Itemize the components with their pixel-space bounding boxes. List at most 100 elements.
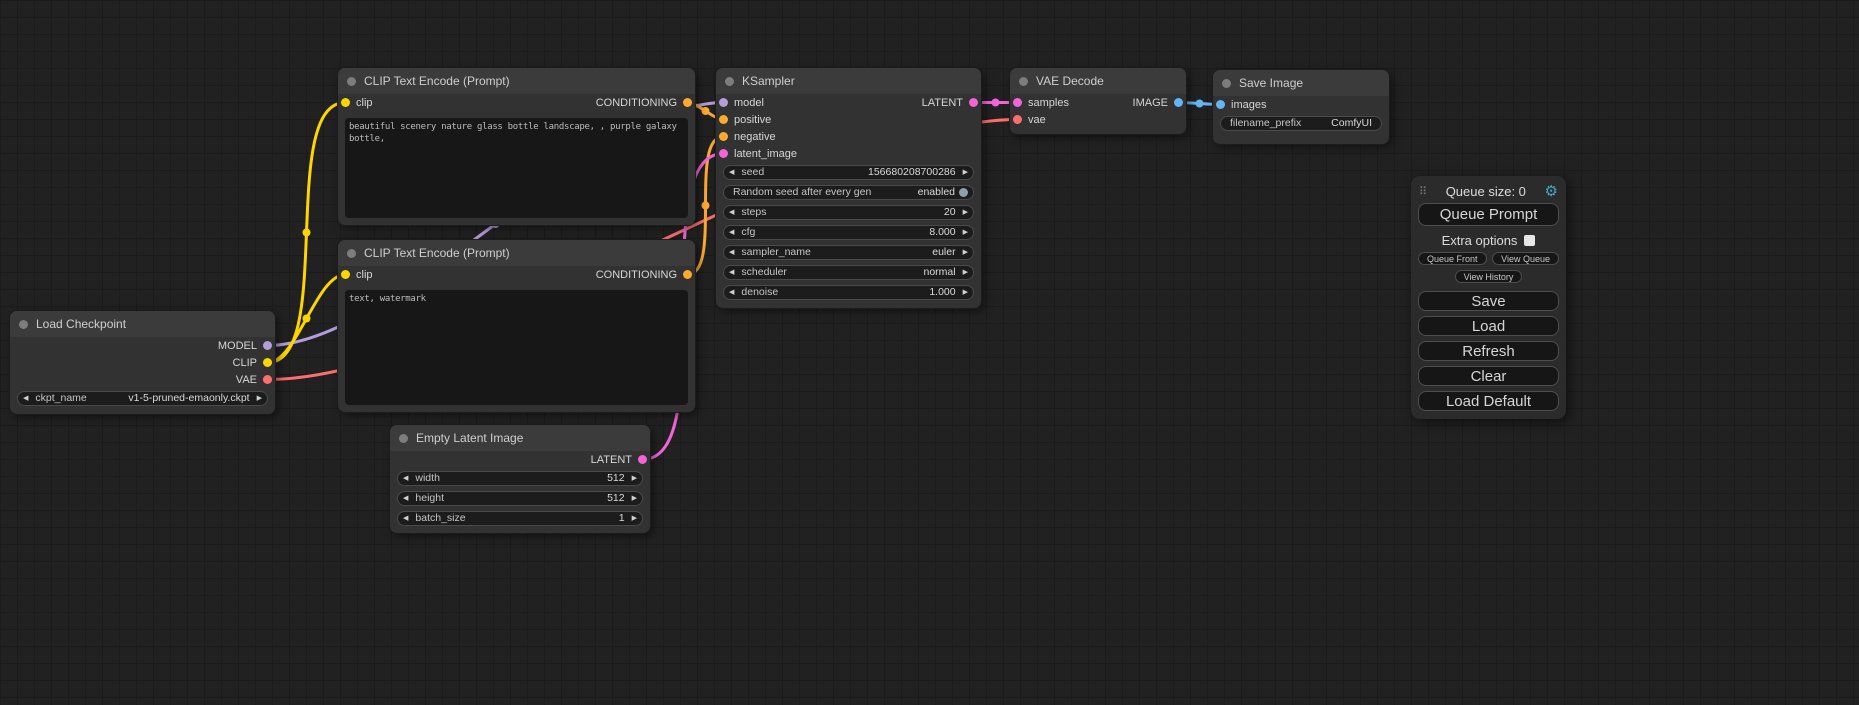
node-clip-text-encode-negative[interactable]: CLIP Text Encode (Prompt) clip CONDITION…: [338, 240, 695, 412]
node-vae-decode[interactable]: VAE Decode samples IMAGE vae: [1010, 68, 1186, 134]
collapse-dot[interactable]: [725, 77, 734, 86]
node-title-bar[interactable]: Empty Latent Image: [390, 425, 650, 451]
queue-menu-panel[interactable]: ⠿ Queue size: 0 ⚙ Queue Prompt Extra opt…: [1411, 176, 1566, 419]
node-title-bar[interactable]: CLIP Text Encode (Prompt): [338, 240, 695, 266]
input-slot-images[interactable]: images: [1213, 96, 1266, 113]
queue-prompt-button[interactable]: Queue Prompt: [1418, 203, 1559, 226]
output-slot-model[interactable]: MODEL: [218, 337, 275, 354]
denoise-widget[interactable]: ◀ denoise 1.000 ▶: [723, 285, 974, 300]
output-slot-conditioning[interactable]: CONDITIONING: [596, 94, 695, 111]
increment-arrow-icon[interactable]: ▶: [963, 269, 968, 276]
sampler-name-widget[interactable]: ◀ sampler_name euler ▶: [723, 245, 974, 260]
collapse-dot[interactable]: [347, 249, 356, 258]
latent-output-dot[interactable]: [969, 98, 978, 107]
clip-output-dot[interactable]: [263, 358, 272, 367]
load-button[interactable]: Load: [1418, 316, 1559, 336]
latent-input-dot[interactable]: [719, 149, 728, 158]
load-default-button[interactable]: Load Default: [1418, 391, 1559, 411]
image-input-dot[interactable]: [1216, 100, 1225, 109]
increment-arrow-icon[interactable]: ▶: [963, 209, 968, 216]
clip-input-dot[interactable]: [341, 270, 350, 279]
decrement-arrow-icon[interactable]: ◀: [403, 475, 408, 482]
decrement-arrow-icon[interactable]: ◀: [729, 289, 734, 296]
prompt-textarea[interactable]: beautiful scenery nature glass bottle la…: [345, 118, 688, 218]
decrement-arrow-icon[interactable]: ◀: [729, 169, 734, 176]
output-slot-conditioning[interactable]: CONDITIONING: [596, 266, 695, 283]
node-title-bar[interactable]: CLIP Text Encode (Prompt): [338, 68, 695, 94]
increment-arrow-icon[interactable]: ▶: [963, 169, 968, 176]
collapse-dot[interactable]: [1019, 77, 1028, 86]
vae-output-dot[interactable]: [263, 375, 272, 384]
node-graph-canvas[interactable]: Load Checkpoint MODEL CLIP VAE ◀ ckpt_na…: [0, 0, 1859, 705]
collapse-dot[interactable]: [1222, 79, 1231, 88]
decrement-arrow-icon[interactable]: ◀: [403, 495, 408, 502]
view-queue-button[interactable]: View Queue: [1492, 252, 1559, 265]
conditioning-output-dot[interactable]: [683, 270, 692, 279]
latent-output-dot[interactable]: [638, 455, 647, 464]
input-slot-latent-image[interactable]: latent_image: [716, 145, 797, 162]
output-slot-clip[interactable]: CLIP: [233, 354, 275, 371]
vae-input-dot[interactable]: [1013, 115, 1022, 124]
save-button[interactable]: Save: [1418, 291, 1559, 311]
queue-front-button[interactable]: Queue Front: [1418, 252, 1487, 265]
filename-prefix-widget[interactable]: filename_prefix ComfyUI: [1220, 116, 1382, 131]
node-save-image[interactable]: Save Image images filename_prefix ComfyU…: [1213, 70, 1389, 144]
decrement-arrow-icon[interactable]: ◀: [729, 209, 734, 216]
decrement-arrow-icon[interactable]: ◀: [729, 229, 734, 236]
input-slot-negative[interactable]: negative: [716, 128, 776, 145]
height-widget[interactable]: ◀ height 512 ▶: [397, 491, 643, 506]
output-slot-latent[interactable]: LATENT: [591, 451, 650, 468]
increment-arrow-icon[interactable]: ▶: [963, 229, 968, 236]
output-slot-latent[interactable]: LATENT: [922, 94, 981, 111]
conditioning-input-dot[interactable]: [719, 115, 728, 124]
decrement-arrow-icon[interactable]: ◀: [403, 515, 408, 522]
clip-input-dot[interactable]: [341, 98, 350, 107]
model-input-dot[interactable]: [719, 98, 728, 107]
increment-arrow-icon[interactable]: ▶: [632, 515, 637, 522]
conditioning-output-dot[interactable]: [683, 98, 692, 107]
link-midpoint-dot[interactable]: [303, 315, 311, 323]
input-slot-vae[interactable]: vae: [1010, 111, 1046, 128]
random-seed-toggle-widget[interactable]: Random seed after every gen enabled: [723, 185, 974, 200]
input-slot-clip[interactable]: clip: [338, 266, 373, 283]
increment-arrow-icon[interactable]: ▶: [963, 249, 968, 256]
view-history-button[interactable]: View History: [1455, 270, 1523, 283]
node-clip-text-encode-positive[interactable]: CLIP Text Encode (Prompt) clip CONDITION…: [338, 68, 695, 225]
collapse-dot[interactable]: [19, 320, 28, 329]
node-ksampler[interactable]: KSampler model LATENT positive negative: [716, 68, 981, 308]
width-widget[interactable]: ◀ width 512 ▶: [397, 471, 643, 486]
latent-input-dot[interactable]: [1013, 98, 1022, 107]
link-midpoint-dot[interactable]: [1196, 100, 1204, 108]
link-midpoint-dot[interactable]: [702, 107, 710, 115]
increment-arrow-icon[interactable]: ▶: [257, 395, 262, 402]
seed-widget[interactable]: ◀ seed 156680208700286 ▶: [723, 165, 974, 180]
model-output-dot[interactable]: [263, 341, 272, 350]
ckpt-name-widget[interactable]: ◀ ckpt_name v1-5-pruned-emaonly.ckpt ▶: [17, 391, 268, 406]
cfg-widget[interactable]: ◀ cfg 8.000 ▶: [723, 225, 974, 240]
link-midpoint-dot[interactable]: [702, 202, 710, 210]
node-title-bar[interactable]: Load Checkpoint: [10, 311, 275, 337]
image-output-dot[interactable]: [1174, 98, 1183, 107]
node-title-bar[interactable]: VAE Decode: [1010, 68, 1186, 94]
input-slot-model[interactable]: model: [716, 94, 764, 111]
toggle-dot[interactable]: [959, 188, 968, 197]
node-title-bar[interactable]: Save Image: [1213, 70, 1389, 96]
output-slot-vae[interactable]: VAE: [236, 371, 275, 388]
link-midpoint-dot[interactable]: [303, 229, 311, 237]
node-empty-latent-image[interactable]: Empty Latent Image LATENT ◀ width 512 ▶ …: [390, 425, 650, 533]
conditioning-input-dot[interactable]: [719, 132, 728, 141]
node-title-bar[interactable]: KSampler: [716, 68, 981, 94]
increment-arrow-icon[interactable]: ▶: [963, 289, 968, 296]
settings-gear-icon[interactable]: ⚙: [1545, 184, 1558, 199]
increment-arrow-icon[interactable]: ▶: [632, 495, 637, 502]
extra-options-checkbox[interactable]: [1524, 235, 1535, 246]
input-slot-samples[interactable]: samples: [1010, 94, 1069, 111]
batch-size-widget[interactable]: ◀ batch_size 1 ▶: [397, 511, 643, 526]
output-slot-image[interactable]: IMAGE: [1133, 94, 1186, 111]
collapse-dot[interactable]: [399, 434, 408, 443]
decrement-arrow-icon[interactable]: ◀: [729, 269, 734, 276]
node-load-checkpoint[interactable]: Load Checkpoint MODEL CLIP VAE ◀ ckpt_na…: [10, 311, 275, 414]
decrement-arrow-icon[interactable]: ◀: [23, 395, 28, 402]
input-slot-positive[interactable]: positive: [716, 111, 771, 128]
prompt-textarea[interactable]: text, watermark: [345, 290, 688, 405]
